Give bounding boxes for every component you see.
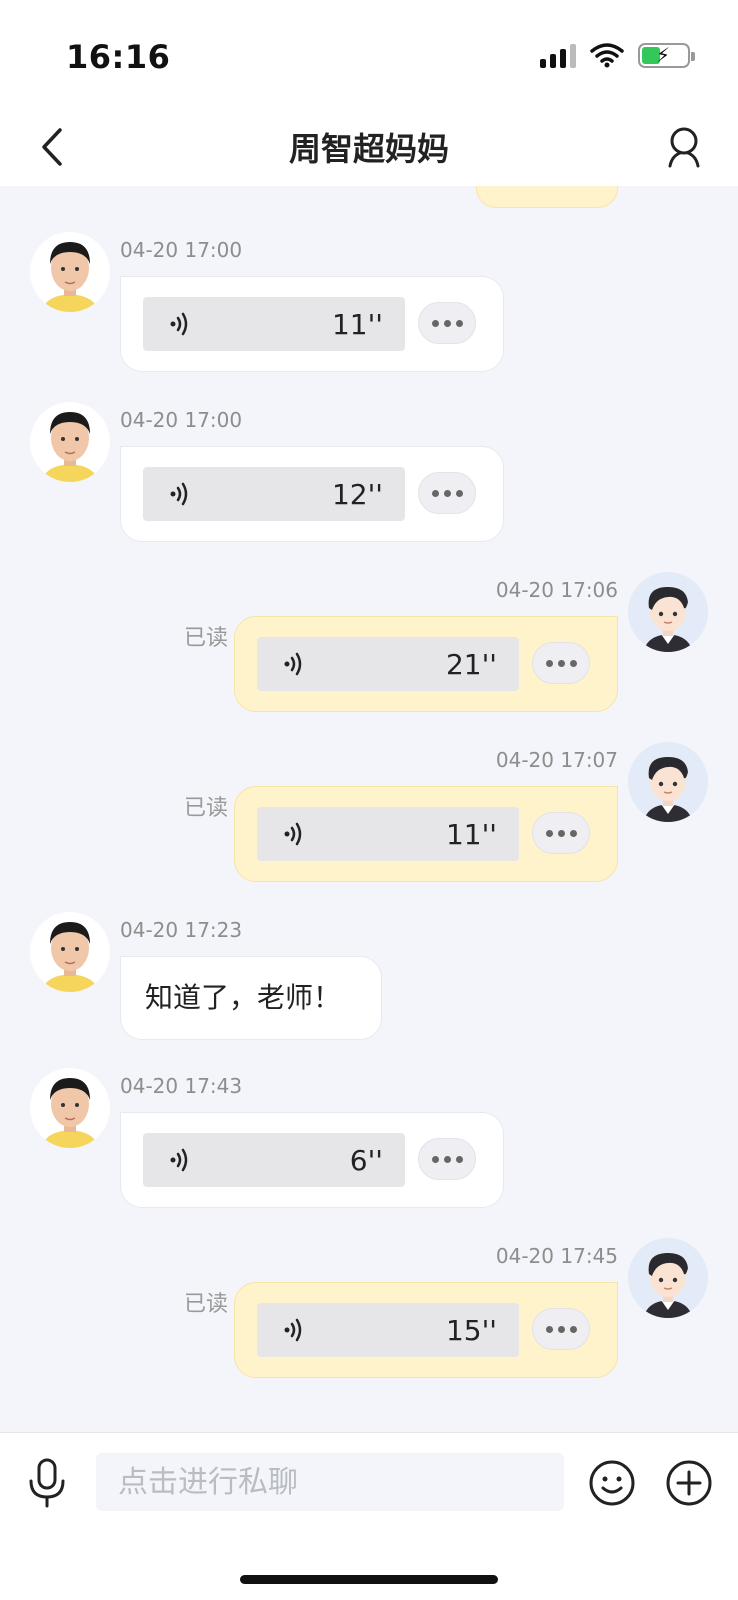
- page-title: 周智超妈妈: [288, 130, 449, 168]
- home-indicator[interactable]: [240, 1575, 498, 1584]
- read-status: 已读: [183, 626, 228, 651]
- more-options-icon[interactable]: [532, 642, 590, 684]
- user-icon[interactable]: [662, 122, 706, 172]
- voice-wave-icon: [284, 822, 302, 846]
- voice-play-bar[interactable]: 21'': [257, 637, 519, 691]
- nav-bar: 周智超妈妈: [0, 110, 738, 186]
- student-avatar-icon: [42, 242, 98, 312]
- message-timestamp: 04-20 17:45: [495, 1244, 618, 1268]
- voice-wave-icon: [170, 1148, 188, 1172]
- avatar[interactable]: [30, 912, 110, 992]
- teacher-avatar-icon: [644, 586, 692, 652]
- student-avatar-icon: [42, 1078, 98, 1148]
- voice-duration: 15'': [445, 1314, 497, 1347]
- voice-duration: 11'': [331, 308, 383, 341]
- battery-charging-icon: ⚡: [638, 42, 695, 68]
- voice-duration: 12'': [331, 478, 383, 511]
- voice-play-bar[interactable]: 12'': [143, 467, 405, 521]
- avatar[interactable]: [30, 1068, 110, 1148]
- student-avatar-icon: [42, 412, 98, 482]
- teacher-avatar-icon: [644, 756, 692, 822]
- message-timestamp: 04-20 17:00: [120, 238, 243, 262]
- status-bar: 16:16 ⚡: [0, 0, 738, 110]
- student-avatar-icon: [42, 922, 98, 992]
- voice-duration: 11'': [445, 818, 497, 851]
- voice-wave-icon: [170, 482, 188, 506]
- voice-duration: 21'': [445, 648, 497, 681]
- message-timestamp: 04-20 17:07: [495, 748, 618, 772]
- voice-play-bar[interactable]: 11'': [257, 807, 519, 861]
- voice-wave-icon: [170, 312, 188, 336]
- voice-message-bubble[interactable]: 11'': [234, 786, 618, 882]
- microphone-icon[interactable]: [24, 1457, 70, 1509]
- voice-message-bubble[interactable]: 11'': [120, 276, 504, 372]
- more-options-icon[interactable]: [532, 812, 590, 854]
- input-bar: [0, 1432, 738, 1600]
- avatar[interactable]: [30, 402, 110, 482]
- more-options-icon[interactable]: [418, 1138, 476, 1180]
- message-timestamp: 04-20 17:43: [120, 1074, 243, 1098]
- status-icons: ⚡: [540, 42, 695, 68]
- emoji-icon[interactable]: [588, 1459, 636, 1507]
- chat-message-list[interactable]: 04-20 17:00 11'' 04-20 17:00 12'' 04-20 …: [0, 186, 738, 1432]
- voice-wave-icon: [284, 1318, 302, 1342]
- wifi-icon: [590, 43, 624, 68]
- voice-play-bar[interactable]: 6'': [143, 1133, 405, 1187]
- voice-wave-icon: [284, 652, 302, 676]
- voice-play-bar[interactable]: 15'': [257, 1303, 519, 1357]
- voice-message-bubble[interactable]: 21'': [234, 616, 618, 712]
- message-timestamp: 04-20 17:23: [120, 918, 243, 942]
- voice-message-bubble[interactable]: 15'': [234, 1282, 618, 1378]
- add-icon[interactable]: [665, 1459, 713, 1507]
- read-status: 已读: [183, 1292, 228, 1317]
- voice-play-bar[interactable]: 11'': [143, 297, 405, 351]
- more-options-icon[interactable]: [418, 302, 476, 344]
- status-time: 16:16: [66, 38, 171, 76]
- text-message-bubble[interactable]: 知道了，老师！: [120, 956, 383, 1040]
- message-timestamp: 04-20 17:06: [495, 578, 618, 602]
- avatar[interactable]: [628, 742, 708, 822]
- chat-input[interactable]: [96, 1453, 564, 1511]
- avatar[interactable]: [30, 232, 110, 312]
- teacher-avatar-icon: [644, 1252, 692, 1318]
- avatar[interactable]: [628, 1238, 708, 1318]
- voice-message-bubble[interactable]: 12'': [120, 446, 504, 542]
- avatar[interactable]: [628, 572, 708, 652]
- cellular-signal-icon: [540, 42, 576, 68]
- message-timestamp: 04-20 17:00: [120, 408, 243, 432]
- read-status: 已读: [183, 796, 228, 821]
- voice-duration: 6'': [349, 1144, 383, 1177]
- voice-message-bubble[interactable]: 6'': [120, 1112, 504, 1208]
- more-options-icon[interactable]: [532, 1308, 590, 1350]
- more-options-icon[interactable]: [418, 472, 476, 514]
- previous-message-bubble[interactable]: [476, 186, 618, 208]
